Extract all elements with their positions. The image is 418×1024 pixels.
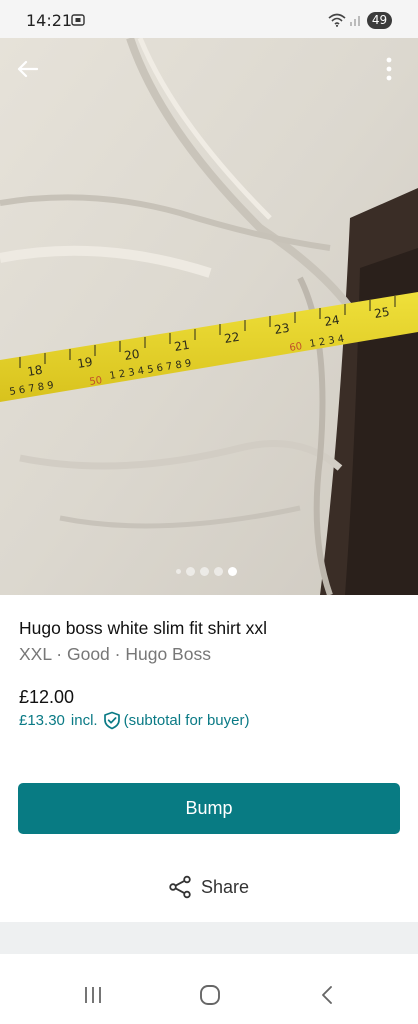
price-incl-row[interactable]: £13.30 incl. (subtotal for buyer) — [19, 711, 249, 730]
share-icon — [168, 875, 192, 899]
price-incl-value: £13.30 — [19, 712, 65, 729]
more-vert-icon — [386, 57, 392, 81]
gallery-dot[interactable] — [176, 569, 181, 574]
gallery-dots — [176, 567, 237, 576]
screenshot-icon — [71, 13, 85, 32]
buyer-note: (subtotal for buyer) — [123, 712, 250, 729]
svg-text:21: 21 — [173, 338, 190, 354]
svg-text:18: 18 — [26, 363, 43, 379]
gallery-dot[interactable] — [186, 567, 195, 576]
bump-button[interactable]: Bump — [18, 783, 400, 834]
home-button[interactable] — [196, 982, 224, 1008]
shirt-measure-image: 18 19 20 21 22 23 24 25 5 6 7 8 9 1 2 3 … — [0, 38, 418, 595]
signal-icon — [349, 13, 363, 32]
svg-text:60: 60 — [289, 341, 303, 354]
more-options-button[interactable] — [374, 52, 404, 86]
recent-apps-icon — [85, 987, 101, 1003]
svg-text:24: 24 — [323, 313, 340, 329]
product-photo[interactable]: 18 19 20 21 22 23 24 25 5 6 7 8 9 1 2 3 … — [0, 38, 418, 595]
section-divider — [0, 922, 418, 954]
status-bar: 14:21 49 — [0, 0, 418, 38]
wifi-icon — [328, 13, 346, 32]
item-title: Hugo boss white slim fit shirt xxl — [19, 618, 267, 638]
svg-text:50: 50 — [89, 375, 103, 388]
svg-text:20: 20 — [123, 347, 140, 363]
home-icon — [200, 985, 220, 1005]
back-icon — [322, 986, 332, 1004]
back-arrow-icon — [17, 60, 38, 78]
share-label: Share — [201, 876, 250, 897]
share-button[interactable]: Share — [168, 873, 249, 901]
recent-apps-button[interactable] — [79, 982, 107, 1008]
item-details: XXL · Good · Hugo Boss — [19, 644, 211, 664]
incl-label: incl. — [70, 712, 98, 729]
svg-text:19: 19 — [76, 355, 93, 371]
status-time: 14:21 — [26, 11, 73, 30]
gallery-dot[interactable] — [214, 567, 223, 576]
gallery-dot[interactable] — [200, 567, 209, 576]
back-button[interactable] — [10, 52, 44, 86]
svg-text:25: 25 — [373, 305, 390, 321]
shield-check-icon — [103, 711, 121, 730]
item-price: £12.00 — [19, 687, 75, 707]
system-back-button[interactable] — [313, 982, 341, 1008]
battery-badge: 49 — [367, 12, 392, 29]
gallery-dot-active[interactable] — [228, 567, 237, 576]
svg-text:22: 22 — [223, 330, 240, 346]
svg-text:23: 23 — [273, 321, 290, 337]
